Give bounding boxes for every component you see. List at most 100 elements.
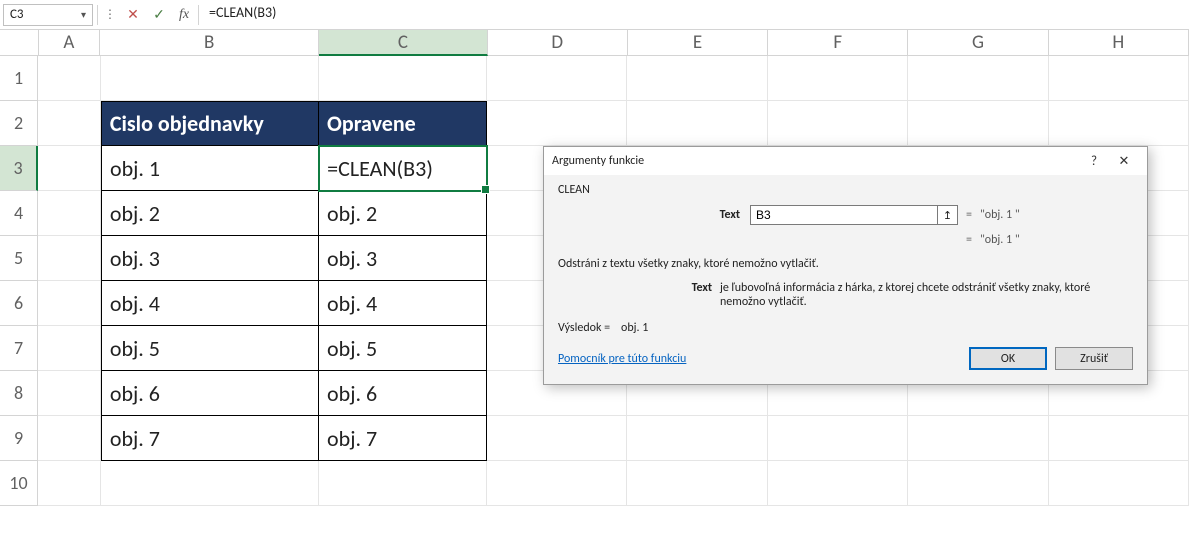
help-icon[interactable]: ? (1079, 149, 1109, 173)
cell[interactable] (38, 56, 101, 101)
column-header[interactable]: A (39, 30, 100, 56)
chevron-down-icon[interactable]: ▾ (81, 8, 86, 21)
table-cell[interactable]: obj. 3 (101, 236, 319, 281)
table-cell[interactable]: obj. 4 (101, 281, 319, 326)
cell[interactable] (101, 56, 319, 101)
formula-bar: C3 ▾ ⋮ ✕ ✓ fx =CLEAN(B3) (0, 0, 1189, 30)
cell[interactable] (1049, 56, 1189, 101)
table-cell[interactable]: obj. 5 (319, 326, 487, 371)
formula-input[interactable]: =CLEAN(B3) (203, 4, 1186, 26)
table-cell[interactable]: obj. 1 (101, 146, 319, 191)
column-header[interactable]: D (488, 30, 628, 56)
cell[interactable] (38, 146, 101, 191)
cell[interactable] (1049, 416, 1189, 461)
result-row: Výsledok = obj. 1 (558, 321, 1133, 335)
equals-label: = (958, 233, 980, 247)
table-cell[interactable]: obj. 3 (319, 236, 487, 281)
column-header[interactable]: C (319, 30, 487, 56)
handle-dots-icon[interactable]: ⋮ (102, 7, 118, 22)
column-header[interactable]: F (768, 30, 908, 56)
enter-formula-button[interactable]: ✓ (148, 4, 170, 26)
row-header[interactable]: 5 (0, 236, 38, 281)
collapse-dialog-icon[interactable]: ↥ (938, 205, 958, 225)
argument-input[interactable] (750, 205, 938, 225)
ok-button[interactable]: OK (969, 347, 1047, 370)
row-header[interactable]: 7 (0, 326, 38, 371)
table-header-cell[interactable]: Opravene (319, 101, 487, 146)
table-cell[interactable]: obj. 7 (319, 416, 487, 461)
cell[interactable] (908, 416, 1048, 461)
cell[interactable] (38, 371, 101, 416)
cell[interactable] (627, 101, 767, 146)
table-header-cell[interactable]: Cislo objednavky (101, 101, 319, 146)
result-value: obj. 1 (621, 321, 648, 335)
cell[interactable] (627, 56, 767, 101)
row-header[interactable]: 8 (0, 371, 38, 416)
column-header[interactable]: E (628, 30, 768, 56)
cell[interactable] (319, 461, 487, 506)
table-cell[interactable]: obj. 7 (101, 416, 319, 461)
cell[interactable] (627, 461, 767, 506)
function-name-label: CLEAN (558, 183, 1133, 197)
cell[interactable] (38, 236, 101, 281)
function-help-link[interactable]: Pomocník pre túto funkciu (558, 352, 686, 366)
cell[interactable] (487, 461, 627, 506)
select-all-corner[interactable] (0, 30, 39, 56)
formula-evaluation-value: "obj. 1 " (980, 233, 1020, 247)
table-cell[interactable]: obj. 6 (319, 371, 487, 416)
row-header[interactable]: 10 (0, 461, 38, 506)
argument-evaluation: "obj. 1 " (980, 208, 1020, 222)
cell[interactable] (1049, 461, 1189, 506)
cell[interactable] (627, 416, 767, 461)
grid-row: 10 (0, 461, 1189, 506)
row-header[interactable]: 6 (0, 281, 38, 326)
cell[interactable] (768, 416, 908, 461)
row-header[interactable]: 3 (0, 146, 38, 191)
cell[interactable] (908, 461, 1048, 506)
close-icon[interactable]: ✕ (1109, 149, 1139, 173)
row-header[interactable]: 9 (0, 416, 38, 461)
separator (97, 5, 98, 25)
column-header[interactable]: G (908, 30, 1048, 56)
table-cell[interactable]: obj. 4 (319, 281, 487, 326)
table-cell[interactable]: obj. 2 (319, 191, 487, 236)
grid-row: 9 obj. 7 obj. 7 (0, 416, 1189, 461)
dialog-body: CLEAN Text ↥ = "obj. 1 " = "obj. 1 " Ods… (544, 175, 1147, 384)
dialog-titlebar[interactable]: Argumenty funkcie ? ✕ (544, 147, 1147, 175)
name-box[interactable]: C3 ▾ (3, 4, 93, 26)
cell[interactable] (768, 461, 908, 506)
cell[interactable] (1049, 101, 1189, 146)
cell[interactable] (908, 56, 1048, 101)
insert-function-button[interactable]: fx (174, 7, 194, 23)
row-header[interactable]: 2 (0, 101, 38, 146)
table-cell[interactable]: obj. 2 (101, 191, 319, 236)
argument-label: Text (558, 208, 750, 222)
column-header[interactable]: H (1049, 30, 1189, 56)
row-header[interactable]: 4 (0, 191, 38, 236)
cell[interactable] (768, 56, 908, 101)
cell[interactable] (38, 191, 101, 236)
grid-row: 1 (0, 56, 1189, 101)
cell[interactable] (38, 461, 101, 506)
separator (198, 5, 199, 25)
active-cell[interactable]: =CLEAN(B3) (319, 146, 487, 191)
cell[interactable] (319, 56, 487, 101)
table-cell[interactable]: obj. 5 (101, 326, 319, 371)
cell[interactable] (101, 461, 319, 506)
cell[interactable] (38, 281, 101, 326)
cell[interactable] (38, 326, 101, 371)
cell[interactable] (768, 101, 908, 146)
cell[interactable] (38, 416, 101, 461)
cell[interactable] (487, 416, 627, 461)
cancel-button[interactable]: Zrušiť (1055, 347, 1133, 370)
cell[interactable] (487, 101, 627, 146)
table-cell[interactable]: obj. 6 (101, 371, 319, 416)
cell[interactable] (38, 101, 101, 146)
dialog-title: Argumenty funkcie (552, 154, 644, 168)
cell[interactable] (908, 101, 1048, 146)
cancel-formula-button[interactable]: ✕ (122, 4, 144, 26)
function-description: Odstráni z textu všetky znaky, ktoré nem… (558, 257, 1133, 271)
cell[interactable] (487, 56, 627, 101)
row-header[interactable]: 1 (0, 56, 38, 101)
column-header[interactable]: B (100, 30, 319, 56)
